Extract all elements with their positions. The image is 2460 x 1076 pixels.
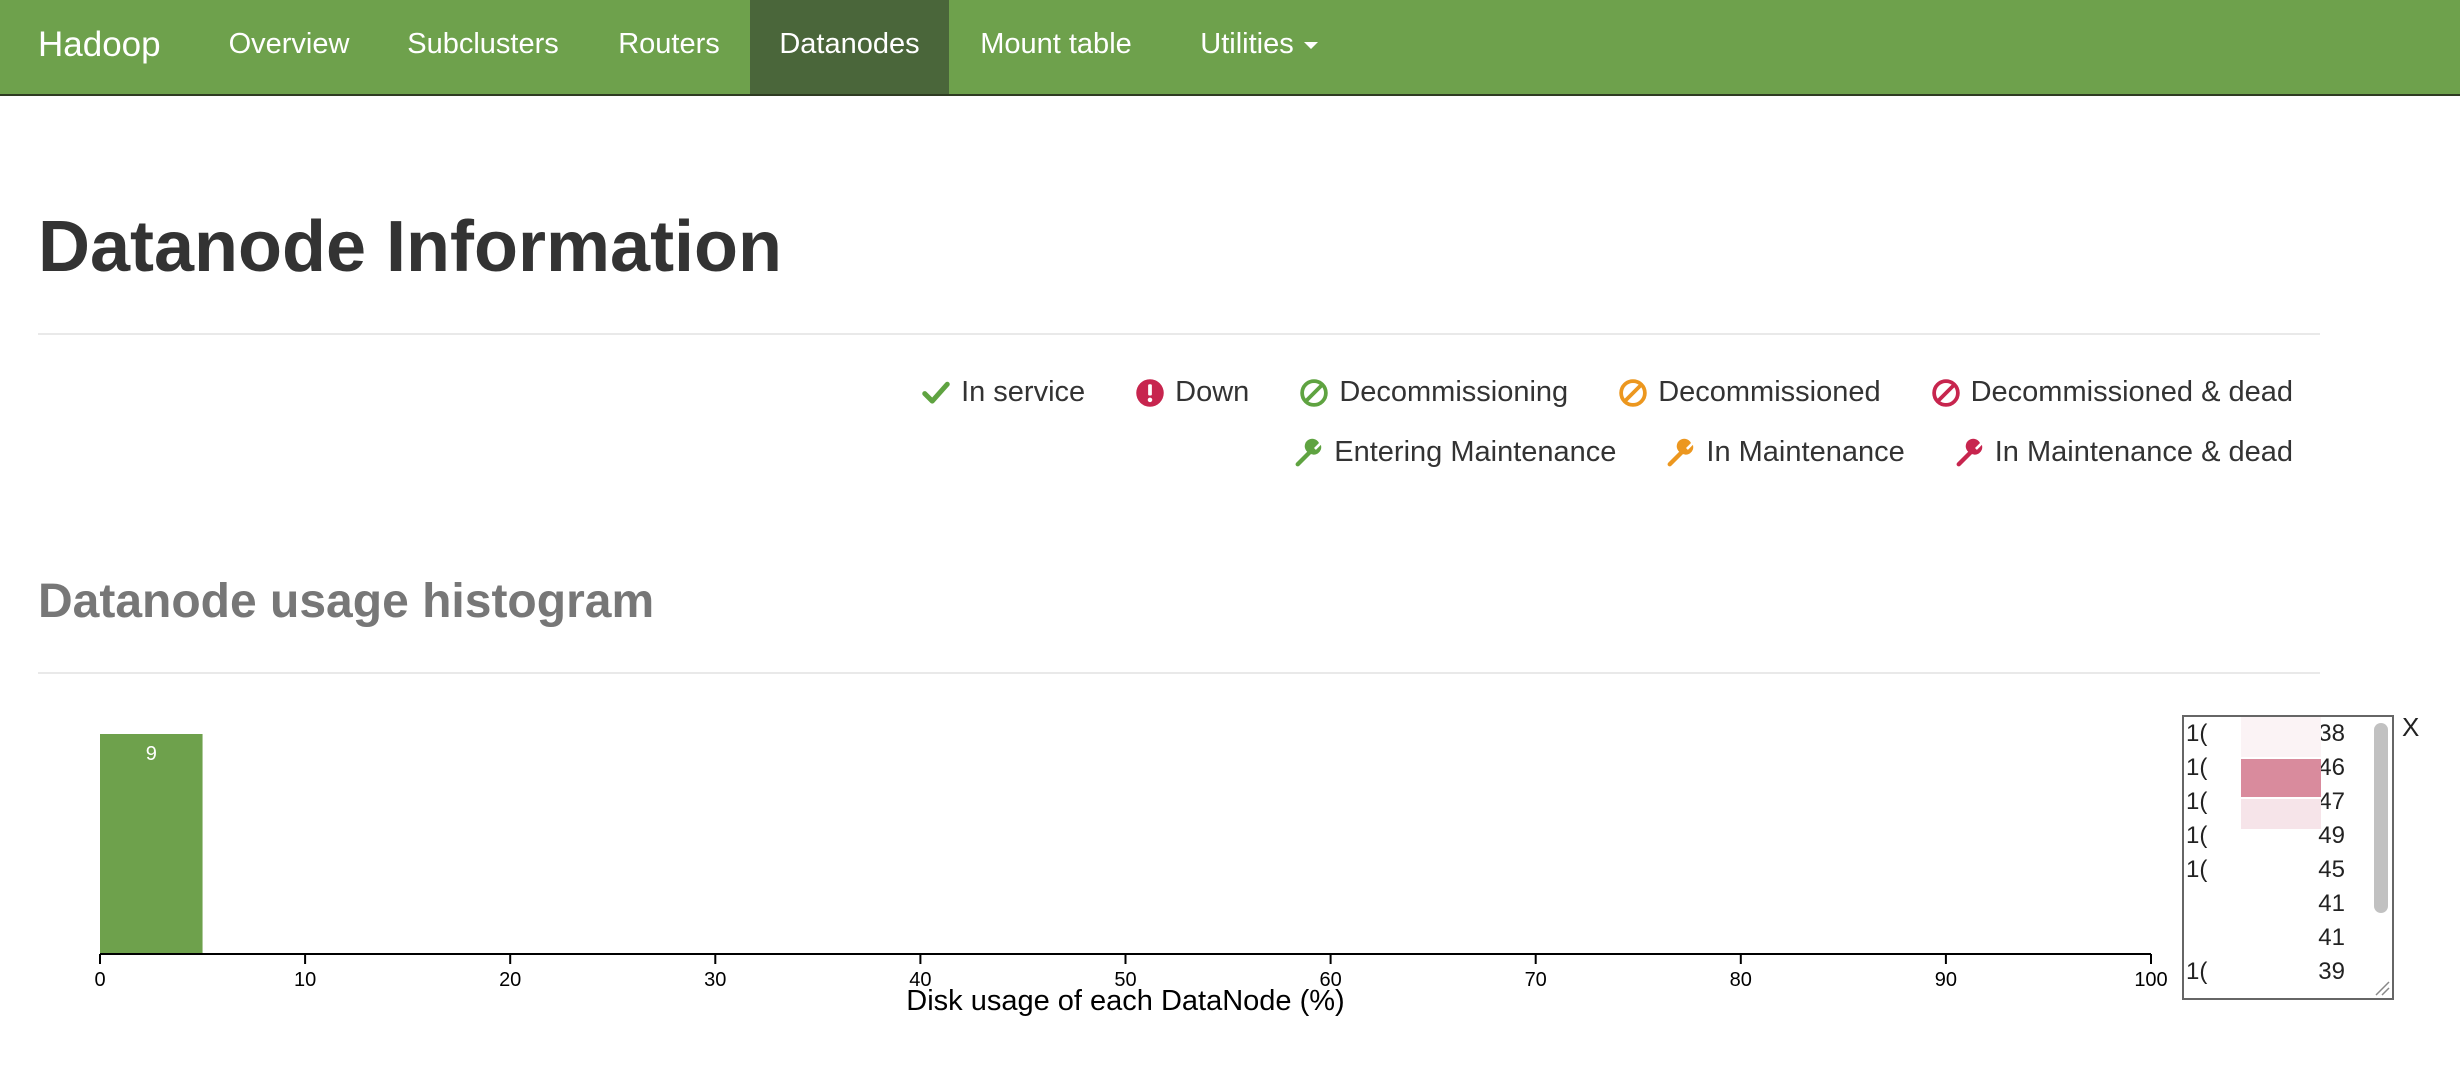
popup-row-right: 49	[2318, 822, 2345, 849]
nav-utilities-dropdown[interactable]: Utilities	[1176, 0, 1342, 94]
popup-row: 1( 45	[2184, 853, 2369, 887]
popup-close-button[interactable]: X	[2402, 712, 2419, 743]
popup-highlight	[2241, 717, 2321, 757]
legend-decommissioned-dead: Decommissioned & dead	[1931, 376, 2293, 409]
legend-label: Decommissioning	[1339, 376, 1569, 408]
nav-mount-table[interactable]: Mount table	[954, 0, 1158, 94]
legend-down: Down	[1135, 376, 1249, 409]
popup-row-right: 46	[2318, 754, 2345, 781]
top-navbar: Hadoop Overview Subclusters Routers Data…	[0, 0, 2460, 96]
nav-routers[interactable]: Routers	[594, 0, 744, 94]
wrench-icon	[1295, 438, 1322, 466]
datanode-popup[interactable]: 1( 38 1( 46 1( 47 1( 49 1( 45 41 41 1( 39	[2182, 715, 2394, 1000]
x-tick-label: 70	[1525, 969, 1547, 991]
popup-row-left: 1(	[2186, 958, 2208, 985]
x-tick-label: 30	[704, 969, 726, 991]
x-tick-label: 0	[94, 969, 105, 991]
popup-row-left: 1(	[2186, 856, 2208, 883]
legend-decommissioning: Decommissioning	[1299, 376, 1568, 409]
popup-row-left: 1(	[2186, 788, 2208, 815]
bar-count-label: 9	[146, 743, 157, 765]
ban-icon	[1931, 378, 1960, 407]
legend-label: Decommissioned & dead	[1970, 376, 2293, 408]
popup-row-right: 41	[2318, 924, 2345, 951]
popup-row-right: 41	[2318, 890, 2345, 917]
usage-histogram-chart: 90 10 20 30 40 50 60 70 80 90 100Disk usage of eac…	[94, 734, 2168, 1017]
x-axis-label: Disk usage of each DataNode (%)	[906, 985, 1344, 1017]
wrench-icon	[1667, 438, 1694, 466]
popup-row-right: 47	[2318, 788, 2345, 815]
ban-icon	[1300, 378, 1329, 407]
legend-label: In service	[961, 376, 1086, 408]
popup-row-right: 45	[2318, 856, 2345, 883]
popup-row: 41	[2184, 887, 2369, 921]
legend-in-service: In service	[921, 376, 1085, 409]
legend-label: In Maintenance & dead	[1994, 436, 2293, 468]
x-tick-label: 10	[294, 969, 316, 991]
legend-label: Down	[1175, 376, 1250, 408]
x-tick-label: 80	[1730, 969, 1752, 991]
legend-row-status: In service Down Decommissioning Decommis…	[921, 376, 2293, 409]
caret-down-icon	[1303, 41, 1318, 49]
legend-in-maintenance-dead: In Maintenance & dead	[1955, 436, 2293, 469]
legend-label: Entering Maintenance	[1334, 436, 1617, 468]
ban-icon	[1619, 378, 1647, 407]
nav-utilities-label: Utilities	[1200, 28, 1294, 60]
x-tick-label: 20	[499, 969, 521, 991]
popup-scrollbar[interactable]	[2374, 723, 2388, 913]
wrench-icon	[1956, 438, 1982, 466]
title-divider	[38, 333, 2320, 335]
resize-grip-icon[interactable]	[2374, 980, 2390, 996]
popup-row-left: 1(	[2186, 720, 2208, 747]
popup-row-right: 39	[2318, 958, 2345, 985]
exclamation-circle-icon	[1136, 378, 1164, 407]
popup-row-left: 1(	[2186, 754, 2208, 781]
x-tick-label: 90	[1935, 969, 1957, 991]
nav-overview[interactable]: Overview	[210, 0, 368, 94]
page-title: Datanode Information	[38, 207, 783, 287]
popup-highlight	[2241, 799, 2321, 829]
x-tick-label: 100	[2134, 969, 2167, 991]
popup-row-right: 38	[2318, 720, 2345, 747]
brand-logo-link[interactable]: Hadoop	[38, 0, 161, 94]
legend-in-maintenance: In Maintenance	[1666, 436, 1905, 469]
nav-subclusters[interactable]: Subclusters	[374, 0, 592, 94]
legend-decommissioned: Decommissioned	[1618, 376, 1881, 409]
nav-datanodes[interactable]: Datanodes	[750, 0, 949, 94]
legend-label: Decommissioned	[1658, 376, 1881, 408]
popup-row-left: 1(	[2186, 822, 2208, 849]
checkmark-icon	[922, 381, 950, 404]
legend-entering-maintenance: Entering Maintenance	[1294, 436, 1616, 469]
popup-highlight	[2241, 759, 2321, 797]
histogram-bar	[100, 734, 203, 954]
legend-label: In Maintenance	[1706, 436, 1905, 468]
popup-row: 1( 39	[2184, 955, 2369, 989]
histogram-title: Datanode usage histogram	[38, 575, 655, 628]
section-divider	[38, 672, 2320, 674]
popup-row: 41	[2184, 921, 2369, 955]
legend-row-maintenance: Entering Maintenance In Maintenance In M…	[1294, 436, 2293, 469]
